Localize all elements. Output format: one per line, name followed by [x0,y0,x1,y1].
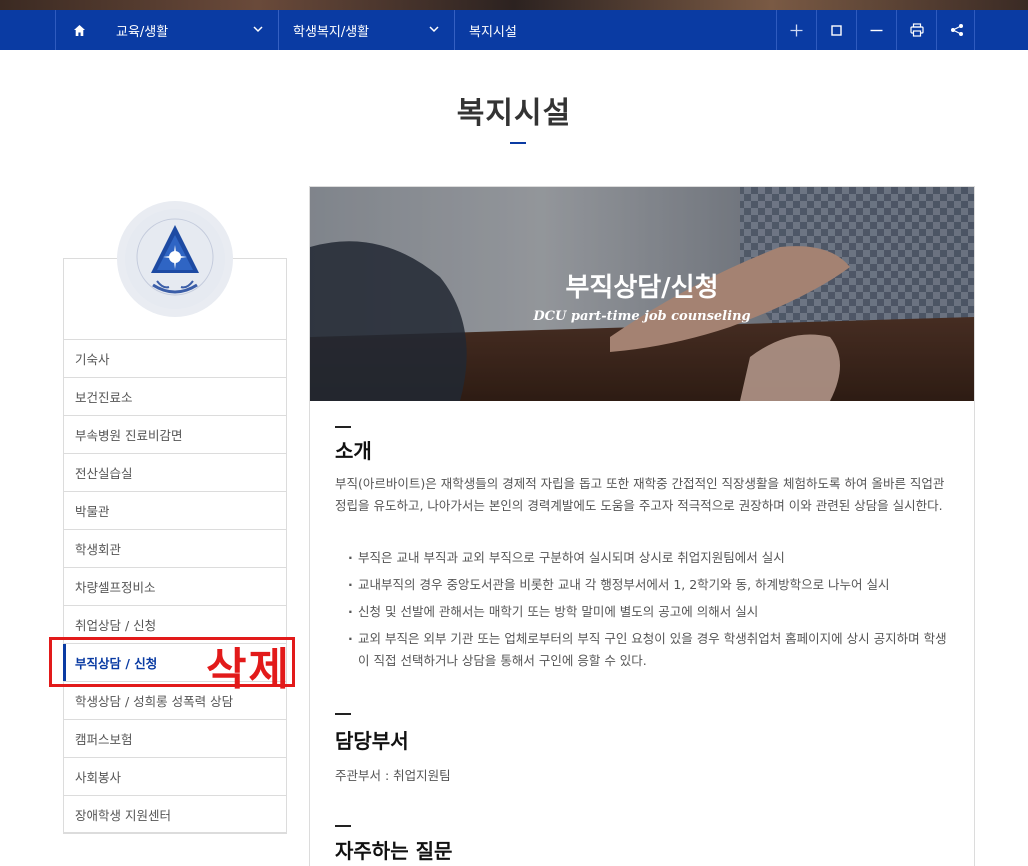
annotation-delete-label: 삭제 [206,644,291,695]
share-button[interactable] [936,10,976,50]
breadcrumb-level1-dropdown[interactable]: 교육/생활 [102,10,278,50]
section-marker [335,713,351,715]
sidebar-item-label: 부속병원 진료비감면 [75,428,183,443]
sidebar-item-hospital-fee-reduction[interactable]: 부속병원 진료비감면 [63,415,287,453]
breadcrumb-level3-label: 복지시설 [469,24,517,40]
breadcrumb-level1-label: 교육/생활 [116,24,169,40]
title-underline [510,142,526,144]
sidebar-item-health-clinic[interactable]: 보건진료소 [63,377,287,415]
sidebar-item-label: 캠퍼스보험 [75,732,133,747]
sidebar-item-dormitory[interactable]: 기숙사 [63,339,287,377]
hero-banner: 부직상담/신청 DCU part-time job counseling [310,187,974,401]
department-info: 주관부서 : 취업지원팀 [335,768,451,783]
hero-title: 부직상담/신청 [565,273,719,303]
sidebar-item-label: 학생회관 [75,542,122,557]
main-content: 부직상담/신청 DCU part-time job counseling 소개 … [309,186,975,866]
print-button[interactable] [896,10,936,50]
breadcrumb-level3[interactable]: 복지시설 [455,10,655,50]
sidebar-item-museum[interactable]: 박물관 [63,491,287,529]
home-button[interactable] [56,10,102,50]
list-item: 교내부직의 경우 중앙도서관을 비롯한 교내 각 행정부서에서 1, 2학기와 … [348,574,952,596]
sidebar-item-label: 보건진료소 [75,390,133,405]
sidebar-menu: 기숙사 보건진료소 부속병원 진료비감면 전산실습실 박물관 학생회관 차량셀프… [63,339,287,833]
sidebar-item-self-car-repair[interactable]: 차량셀프정비소 [63,567,287,605]
chevron-down-icon [253,26,263,33]
chevron-down-icon [429,26,439,33]
section-title-faq: 자주하는 질문 [335,839,453,863]
list-item: 신청 및 선발에 관해서는 매학기 또는 방학 말미에 별도의 공고에 의해서 … [348,601,952,623]
intro-paragraph: 부직(아르바이트)은 재학생들의 경제적 자립을 돕고 또한 재학중 간접적인 … [335,476,945,513]
sidebar-item-label: 기숙사 [75,352,110,367]
intro-bullet-list: 부직은 교내 부직과 교외 부직으로 구분하여 실시되며 상시로 취업지원팀에서… [348,547,952,677]
top-banner-strip [0,0,1028,10]
list-item: 교외 부직은 외부 기관 또는 업체로부터의 부직 구인 요청이 있을 경우 학… [348,628,952,672]
zoom-in-button[interactable] [776,10,816,50]
sidebar-item-label: 차량셀프정비소 [75,580,156,595]
plus-icon [790,24,803,36]
section-title-intro: 소개 [335,439,372,463]
university-logo [117,201,233,317]
zoom-out-button[interactable] [856,10,896,50]
sidebar-item-label: 박물관 [75,504,110,519]
sidebar-item-computer-lab[interactable]: 전산실습실 [63,453,287,491]
sidebar-item-label: 전산실습실 [75,466,133,481]
breadcrumb-level2-dropdown[interactable]: 학생복지/생활 [279,10,454,50]
sidebar-item-student-union[interactable]: 학생회관 [63,529,287,567]
share-icon [950,24,963,36]
section-marker [335,426,351,428]
page-title: 복지시설 [456,96,572,131]
sidebar-item-campus-insurance[interactable]: 캠퍼스보험 [63,719,287,757]
section-marker [335,825,351,827]
university-seal-icon [125,209,225,309]
sidebar-item-disabled-student-center[interactable]: 장애학생 지원센터 [63,795,287,833]
zoom-reset-button[interactable] [816,10,856,50]
home-icon [73,24,85,36]
hero-subtitle: DCU part-time job counseling [533,309,751,324]
square-icon [831,24,842,36]
sidebar-item-social-service[interactable]: 사회봉사 [63,757,287,795]
breadcrumb: 교육/생활 학생복지/생활 복지시설 [55,10,975,50]
minus-icon [870,29,883,31]
section-title-department: 담당부서 [335,729,409,753]
navigation-bar: 교육/생활 학생복지/생활 복지시설 [0,10,1028,50]
list-item: 부직은 교내 부직과 교외 부직으로 구분하여 실시되며 상시로 취업지원팀에서… [348,547,952,569]
sidebar-item-label: 장애학생 지원센터 [75,807,171,823]
sidebar-item-label: 취업상담 / 신청 [75,618,157,633]
printer-icon [909,23,924,37]
breadcrumb-level2-label: 학생복지/생활 [293,24,370,40]
sidebar-item-label: 사회봉사 [75,770,122,785]
